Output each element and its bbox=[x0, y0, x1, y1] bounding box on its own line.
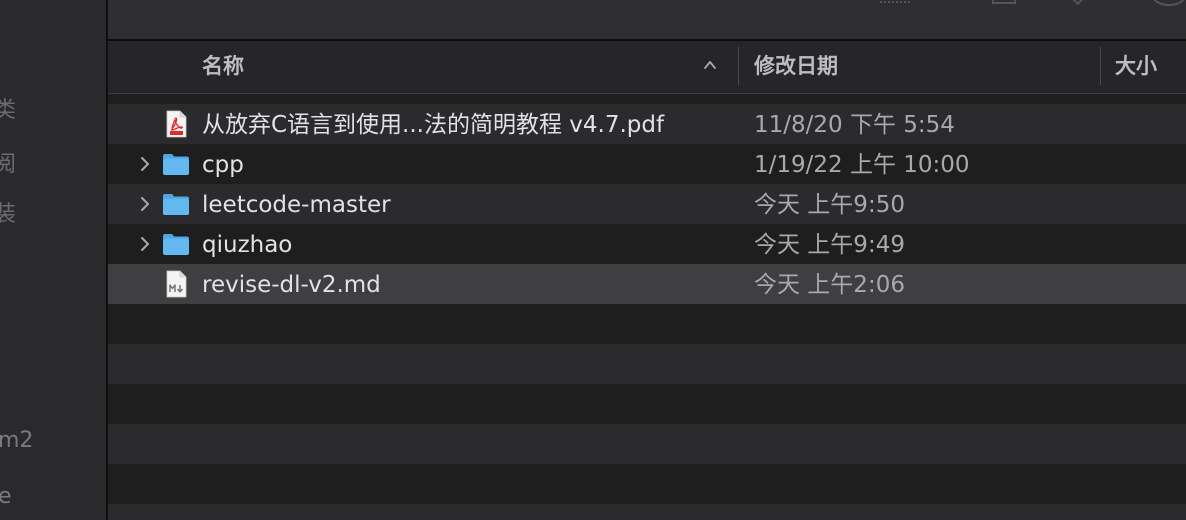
folder-row[interactable]: qiuzhao 今天 上午9:49 bbox=[108, 224, 1186, 264]
column-size-header[interactable]: 大小 bbox=[1115, 41, 1157, 91]
markdown-file-icon bbox=[166, 270, 187, 298]
file-name: 从放弃C语言到使用...法的简明教程 v4.7.pdf bbox=[202, 112, 665, 138]
more-icon[interactable] bbox=[1152, 0, 1186, 6]
folder-icon bbox=[163, 154, 189, 175]
tag-icon[interactable] bbox=[1067, 0, 1087, 6]
sidebar: 类 阅 装 m2 e bbox=[0, 0, 106, 520]
column-resize-handle[interactable] bbox=[738, 47, 739, 85]
column-resize-handle[interactable] bbox=[1100, 47, 1101, 85]
column-name-header[interactable]: 名称 bbox=[202, 41, 244, 91]
file-date: 今天 上午9:49 bbox=[754, 232, 905, 258]
sidebar-item-label[interactable]: 类 bbox=[0, 92, 16, 124]
file-name: cpp bbox=[202, 152, 244, 178]
file-date: 今天 上午9:50 bbox=[754, 192, 905, 218]
share-icon[interactable] bbox=[992, 0, 1016, 4]
empty-row bbox=[108, 464, 1186, 504]
file-date: 今天 上午2:06 bbox=[754, 272, 905, 298]
sidebar-item-label[interactable]: e bbox=[0, 484, 12, 509]
file-date: 11/8/20 下午 5:54 bbox=[754, 112, 955, 138]
sort-ascending-icon[interactable] bbox=[704, 59, 716, 71]
empty-row bbox=[108, 344, 1186, 384]
disclosure-chevron-icon[interactable] bbox=[140, 197, 150, 211]
column-date-header[interactable]: 修改日期 bbox=[754, 41, 838, 91]
sidebar-item-label[interactable]: m2 bbox=[0, 428, 33, 453]
folder-icon bbox=[163, 234, 189, 255]
folder-row[interactable]: leetcode-master 今天 上午9:50 bbox=[108, 184, 1186, 224]
file-date: 1/19/22 上午 10:00 bbox=[754, 152, 970, 178]
file-row[interactable]: 从放弃C语言到使用...法的简明教程 v4.7.pdf 11/8/20 下午 5… bbox=[108, 104, 1186, 144]
empty-row bbox=[108, 424, 1186, 464]
empty-row bbox=[108, 384, 1186, 424]
file-name: qiuzhao bbox=[202, 232, 293, 258]
finder-window: 类 阅 装 m2 e 名称 修改日期 大小 从放弃C语言到使用...法的简明教程… bbox=[0, 0, 1186, 520]
pdf-file-icon bbox=[166, 110, 187, 138]
file-list: 从放弃C语言到使用...法的简明教程 v4.7.pdf 11/8/20 下午 5… bbox=[108, 104, 1186, 520]
toolbar bbox=[108, 0, 1186, 39]
folder-icon bbox=[163, 194, 189, 215]
view-options-icon[interactable] bbox=[880, 0, 910, 3]
sidebar-item-label[interactable]: 阅 bbox=[0, 146, 16, 178]
file-name: leetcode-master bbox=[202, 192, 391, 218]
column-header: 名称 修改日期 大小 bbox=[108, 41, 1186, 94]
disclosure-chevron-icon[interactable] bbox=[140, 157, 150, 171]
disclosure-chevron-icon[interactable] bbox=[140, 237, 150, 251]
file-row[interactable]: revise-dl-v2.md 今天 上午2:06 bbox=[108, 264, 1186, 304]
empty-row bbox=[108, 304, 1186, 344]
empty-row bbox=[108, 504, 1186, 520]
folder-row[interactable]: cpp 1/19/22 上午 10:00 bbox=[108, 144, 1186, 184]
file-name: revise-dl-v2.md bbox=[202, 272, 381, 298]
sidebar-item-label[interactable]: 装 bbox=[0, 196, 16, 228]
